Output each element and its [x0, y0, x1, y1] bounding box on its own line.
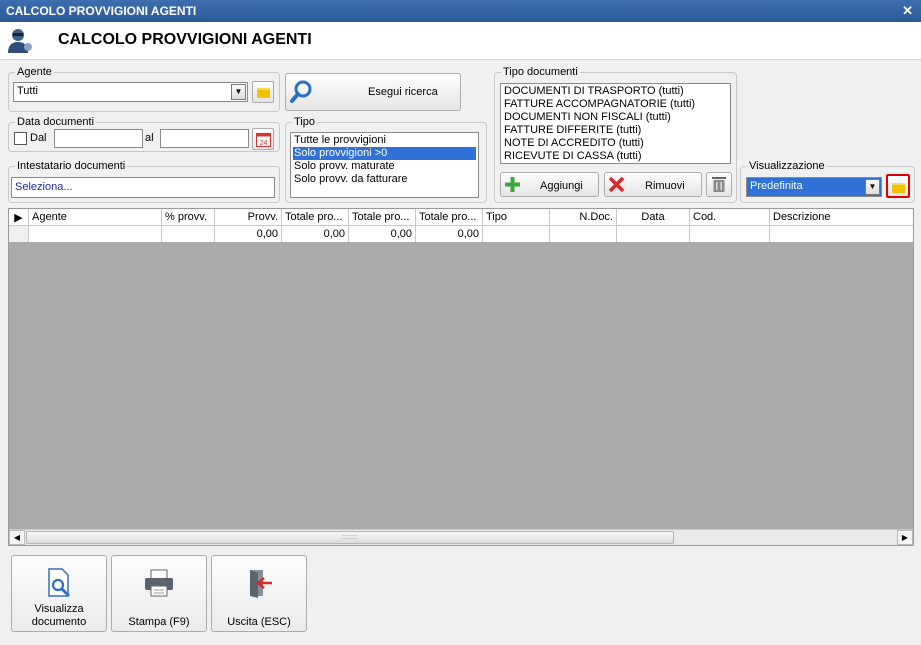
scroll-thumb[interactable]: :::::::: [26, 531, 674, 544]
chevron-down-icon[interactable]: ▼ [231, 84, 246, 100]
folder-icon [257, 88, 270, 98]
table-cell: 0,00 [416, 226, 483, 242]
intestatario-field[interactable]: Seleziona... [11, 177, 275, 198]
scroll-grip: :::::::: [342, 534, 358, 541]
column-header[interactable]: % provv. [162, 209, 215, 225]
search-button[interactable]: Esegui ricerca [285, 73, 461, 111]
view-document-label-1: Visualizza [34, 603, 84, 615]
tipo-legend: Tipo [294, 116, 315, 128]
tipo-option[interactable]: Solo provv. maturate [293, 160, 476, 173]
window-title: CALCOLO PROVVIGIONI AGENTI [6, 4, 197, 18]
column-header[interactable]: Totale pro... [282, 209, 349, 225]
add-button-label: Aggiungi [540, 180, 583, 192]
scroll-left-icon[interactable]: ◀ [9, 530, 25, 545]
table-cell [690, 226, 770, 242]
column-header[interactable]: Agente [29, 209, 162, 225]
table-cell: 0,00 [282, 226, 349, 242]
dal-checkbox[interactable] [14, 132, 27, 145]
visualizzazione-legend: Visualizzazione [749, 160, 825, 172]
agente-select[interactable]: Tutti ▼ [13, 82, 248, 102]
column-header[interactable]: Descrizione [770, 209, 913, 225]
table-cell: 0,00 [349, 226, 416, 242]
tipo-option[interactable]: Tutte le provvigioni [293, 134, 476, 147]
grid-header: ▶ Agente % provv. Provv. Totale pro... T… [9, 209, 913, 226]
column-header[interactable]: Cod. [690, 209, 770, 225]
remove-button-label: Rimuovi [645, 180, 685, 192]
column-header[interactable]: Provv. [215, 209, 282, 225]
agente-value: Tutti [17, 85, 38, 97]
page-title: CALCOLO PROVVIGIONI AGENTI [58, 31, 312, 48]
trash-button[interactable] [706, 172, 732, 197]
close-icon[interactable]: ✕ [902, 3, 913, 19]
scroll-right-icon[interactable]: ▶ [897, 530, 913, 545]
table-cell [550, 226, 617, 242]
exit-button[interactable]: Uscita (ESC) [211, 555, 307, 632]
search-icon [290, 80, 312, 103]
tipo-documenti-item[interactable]: FATTURE DIFFERITE (tutti) [503, 124, 728, 137]
data-documenti-legend: Data documenti [17, 116, 95, 128]
view-document-button[interactable]: Visualizza documento [11, 555, 107, 632]
printer-icon [145, 569, 173, 597]
view-document-label-2: documento [31, 616, 87, 628]
trash-icon [712, 177, 726, 192]
table-cell [483, 226, 550, 242]
folder-icon [892, 183, 905, 193]
table-cell [617, 226, 690, 242]
tipo-option-selected[interactable]: Solo provvigioni >0 [293, 147, 476, 160]
row-indicator-icon: ▶ [9, 209, 29, 225]
tipo-documenti-item[interactable]: NOTE DI ACCREDITO (tutti) [503, 137, 728, 150]
calendar-button[interactable]: 24 [252, 128, 274, 150]
table-cell [770, 226, 913, 242]
tipo-documenti-item[interactable]: RICEVUTE DI CASSA (tutti) [503, 150, 728, 163]
tipo-documenti-item[interactable]: DOCUMENTI DI TRASPORTO (tutti) [503, 85, 728, 98]
column-header[interactable]: Tipo [483, 209, 550, 225]
table-cell [29, 226, 162, 242]
intestatario-value: Seleziona... [15, 181, 73, 193]
remove-x-icon [608, 176, 625, 193]
tipo-documenti-item[interactable]: DOCUMENTI NON FISCALI (tutti) [503, 111, 728, 124]
column-header[interactable]: Totale pro... [416, 209, 483, 225]
agente-folder-button[interactable] [252, 81, 274, 103]
window-title-bar: CALCOLO PROVVIGIONI AGENTI ✕ [0, 0, 921, 22]
tipo-documenti-list[interactable]: DOCUMENTI DI TRASPORTO (tutti) FATTURE A… [500, 83, 731, 164]
plus-icon [505, 177, 520, 192]
column-header[interactable]: N.Doc. [550, 209, 617, 225]
print-button[interactable]: Stampa (F9) [111, 555, 207, 632]
column-header[interactable]: Data [617, 209, 690, 225]
table-cell [162, 226, 215, 242]
table-row[interactable]: 0,00 0,00 0,00 0,00 [9, 226, 913, 242]
tipo-list[interactable]: Tutte le provvigioni Solo provvigioni >0… [290, 132, 479, 198]
search-button-label: Esegui ricerca [368, 86, 438, 98]
horizontal-scrollbar[interactable]: ◀ :::::::: ▶ [9, 529, 913, 545]
print-button-label: Stampa (F9) [128, 616, 190, 628]
table-cell: 0,00 [215, 226, 282, 242]
dal-label: Dal [30, 132, 47, 144]
exit-door-icon [250, 570, 272, 598]
intestatario-legend: Intestatario documenti [17, 160, 126, 172]
results-grid[interactable]: ▶ Agente % provv. Provv. Totale pro... T… [8, 208, 914, 546]
view-document-icon [48, 568, 70, 597]
tipo-documenti-legend: Tipo documenti [503, 66, 578, 78]
remove-button[interactable]: Rimuovi [604, 172, 702, 197]
exit-button-label: Uscita (ESC) [227, 616, 291, 628]
agent-icon [8, 29, 32, 53]
chevron-down-icon[interactable]: ▼ [865, 179, 880, 195]
add-button[interactable]: Aggiungi [500, 172, 599, 197]
column-header[interactable]: Totale pro... [349, 209, 416, 225]
agente-legend: Agente [17, 66, 52, 78]
tipo-documenti-item[interactable]: FATTURE ACCOMPAGNATORIE (tutti) [503, 98, 728, 111]
row-selector[interactable] [9, 226, 29, 242]
dal-date-field[interactable] [54, 129, 143, 148]
visualizzazione-folder-button[interactable] [886, 174, 910, 198]
page-header: CALCOLO PROVVIGIONI AGENTI [0, 22, 921, 60]
tipo-option[interactable]: Solo provv. da fatturare [293, 173, 476, 186]
visualizzazione-select[interactable]: Predefinita ▼ [746, 177, 882, 197]
al-date-field[interactable] [160, 129, 249, 148]
visualizzazione-value: Predefinita [750, 180, 803, 192]
calendar-icon: 24 [256, 133, 271, 147]
svg-text:24: 24 [260, 140, 268, 147]
al-label: al [145, 132, 154, 144]
